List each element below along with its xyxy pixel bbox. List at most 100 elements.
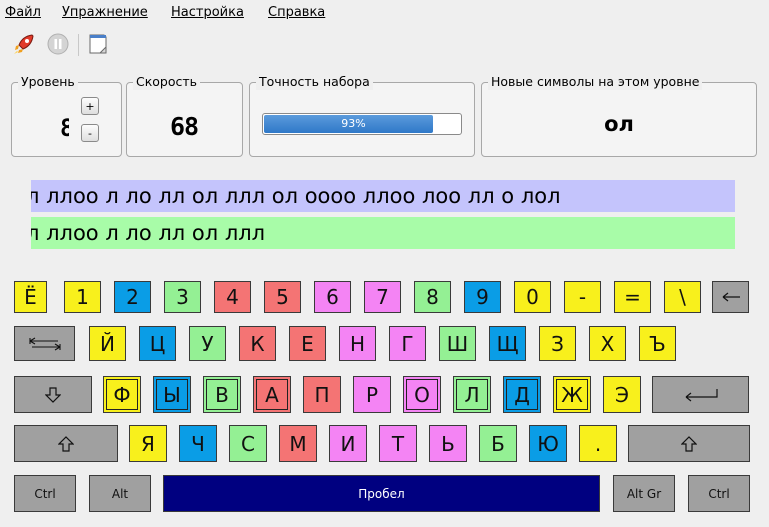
- speed-value: 68: [169, 112, 199, 141]
- key-caps-lock: [14, 376, 92, 413]
- key-label: Ы: [163, 382, 181, 407]
- key-label: Э: [615, 382, 629, 407]
- toolbar: [0, 28, 769, 62]
- key: Х: [589, 326, 626, 361]
- accuracy-title: Точность набора: [256, 74, 373, 90]
- key-label: О: [414, 382, 430, 407]
- key-label: Р: [365, 382, 379, 407]
- key-label: 6: [326, 285, 339, 309]
- level-group: Уровень 8 + -: [11, 74, 122, 157]
- key-label: У: [201, 331, 214, 356]
- key: Alt: [89, 475, 151, 512]
- key: В: [203, 376, 241, 413]
- rocket-icon: [14, 34, 34, 54]
- key: Alt Gr: [613, 475, 675, 512]
- statistics-button[interactable]: [84, 30, 112, 58]
- key-label: К: [250, 331, 265, 356]
- key-label: Ctrl: [34, 486, 56, 501]
- key: Л: [453, 376, 491, 413]
- key-label: .: [594, 431, 602, 456]
- key: Ю: [529, 425, 567, 462]
- level-minus-button[interactable]: -: [81, 124, 99, 142]
- key: М: [279, 425, 317, 462]
- key: Ф: [103, 376, 141, 413]
- new-symbols-title: Новые символы на этом уровне: [488, 74, 703, 90]
- menu-exercise[interactable]: Упражнение: [62, 5, 148, 20]
- level-value: 8: [60, 114, 69, 142]
- key-label: Я: [141, 431, 155, 456]
- key-label: С: [241, 431, 255, 456]
- menu-bar: Файл Упражнение Настройка Справка: [0, 0, 769, 26]
- key-label: Т: [391, 431, 405, 456]
- key: 4: [214, 281, 251, 313]
- key: Е: [289, 326, 326, 361]
- key: Ц: [139, 326, 176, 361]
- new-symbols-value: ол: [604, 112, 634, 136]
- key-label: 3: [176, 285, 189, 309]
- key-label: З: [551, 331, 564, 356]
- menu-settings[interactable]: Настройка: [171, 5, 244, 20]
- speed-group: Скорость 68: [126, 74, 243, 157]
- key: 8: [414, 281, 451, 313]
- key-label: В: [215, 382, 229, 407]
- level-plus-button[interactable]: +: [81, 97, 99, 115]
- key: С: [229, 425, 267, 462]
- key-label: П: [314, 382, 330, 407]
- toolbar-separator: [78, 34, 79, 56]
- key-label: 8: [426, 285, 439, 309]
- key: Ь: [429, 425, 467, 462]
- typed-text-line: л ллоо л ло лл ол ллл: [31, 217, 735, 249]
- key: И: [329, 425, 367, 462]
- key-label: Ь: [441, 431, 455, 456]
- key: 5: [264, 281, 301, 313]
- key-label: \: [679, 285, 686, 309]
- key: Ъ: [639, 326, 676, 361]
- pause-icon: [47, 33, 69, 55]
- key-space: Пробел: [163, 475, 600, 512]
- menu-file[interactable]: Файл: [5, 5, 41, 20]
- key: Ы: [153, 376, 191, 413]
- key-label: Й: [100, 331, 115, 356]
- key: 6: [314, 281, 351, 313]
- key-label: Alt: [111, 486, 129, 501]
- key: 1: [64, 281, 101, 313]
- key: Ш: [439, 326, 476, 361]
- shift-icon: [58, 435, 74, 453]
- key: З: [539, 326, 576, 361]
- accuracy-progress-text: 93%: [341, 117, 366, 130]
- accuracy-group: Точность набора 93%: [249, 74, 475, 157]
- key-label: 9: [476, 285, 489, 309]
- key-label: М: [289, 431, 307, 456]
- level-title: Уровень: [18, 74, 78, 90]
- key: Э: [603, 376, 641, 413]
- target-text: л ллоо л ло лл ол ллл ол оооо ллоо лоо л…: [31, 184, 561, 208]
- key: Ctrl: [14, 475, 76, 512]
- key-label: -: [578, 285, 587, 309]
- key-label: Н: [349, 331, 366, 356]
- key-label: Ю: [537, 431, 559, 456]
- key: Ж: [553, 376, 591, 413]
- pause-button[interactable]: [44, 30, 72, 58]
- key: Щ: [489, 326, 526, 361]
- key-label: =: [624, 285, 641, 309]
- key-label: 4: [226, 285, 239, 309]
- new-symbols-group: Новые символы на этом уровне ол: [481, 74, 757, 157]
- key: Б: [479, 425, 517, 462]
- key-label: Ч: [191, 431, 205, 456]
- menu-help[interactable]: Справка: [268, 5, 325, 20]
- speed-title: Скорость: [133, 74, 201, 90]
- key-label: Пробел: [358, 486, 405, 501]
- shift-icon: [681, 435, 697, 453]
- key: 2: [114, 281, 151, 313]
- key: А: [253, 376, 291, 413]
- key: Й: [89, 326, 126, 361]
- key-label: Л: [464, 382, 480, 407]
- start-button[interactable]: [10, 30, 38, 58]
- key-label: Е: [301, 331, 314, 356]
- key-label: Ш: [446, 331, 469, 356]
- key-label: Ctrl: [708, 486, 730, 501]
- key-backspace: [712, 281, 749, 313]
- key: Н: [339, 326, 376, 361]
- key-label: Ъ: [649, 331, 666, 356]
- key: К: [239, 326, 276, 361]
